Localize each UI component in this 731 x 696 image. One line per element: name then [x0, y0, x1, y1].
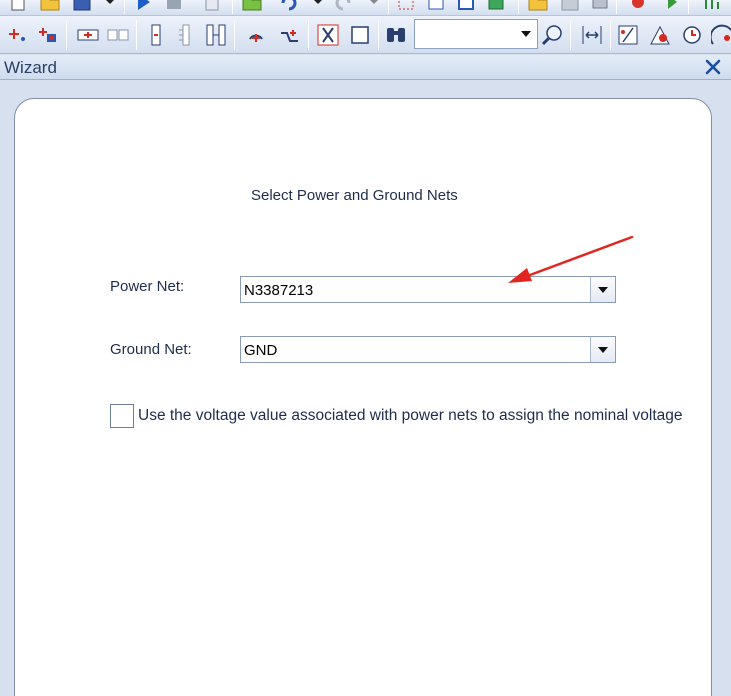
power-net-dropdown-button[interactable] [590, 277, 615, 302]
play-icon[interactable] [660, 0, 684, 14]
close-icon[interactable] [703, 57, 723, 77]
signal-icon[interactable] [700, 0, 724, 14]
save-all-icon[interactable] [558, 0, 582, 14]
ground-net-dropdown-button[interactable] [590, 337, 615, 362]
ground-net-value: GND [244, 342, 278, 359]
new-file-icon[interactable] [6, 0, 30, 14]
wizard-heading: Select Power and Ground Nets [251, 187, 458, 204]
save-icon[interactable] [70, 0, 94, 14]
chevron-down-icon [598, 286, 608, 293]
toolbar-main [0, 16, 731, 54]
net-tool-icon[interactable] [616, 23, 640, 47]
split-columns-icon[interactable] [204, 23, 228, 47]
chevron-down-icon[interactable] [98, 0, 122, 14]
wizard-panel-header: Wizard [0, 55, 731, 80]
power-net-value: N3387213 [244, 282, 314, 299]
nominal-voltage-checkbox-label[interactable]: Use the voltage value associated with po… [138, 407, 683, 425]
ground-net-label: Ground Net: [110, 341, 192, 358]
route-tool-icon[interactable] [710, 23, 731, 47]
power-net-label: Power Net: [110, 278, 185, 295]
component-x-icon[interactable] [316, 23, 340, 47]
ground-net-select[interactable]: GND [240, 336, 616, 363]
copy-icon[interactable] [200, 0, 224, 14]
record-icon[interactable] [626, 0, 650, 14]
binoculars-icon[interactable] [384, 23, 408, 47]
image-icon[interactable] [484, 0, 508, 14]
folder-open-icon[interactable] [240, 0, 264, 14]
add-node-icon[interactable] [6, 23, 30, 47]
chevron-down-icon [598, 346, 608, 353]
probe-icon[interactable] [244, 23, 268, 47]
toolbar-search-combo[interactable] [414, 19, 538, 49]
chevron-down-icon[interactable] [306, 0, 330, 14]
zoom-fit-icon[interactable] [580, 23, 604, 47]
square-icon[interactable] [348, 23, 372, 47]
panel-title: Wizard [4, 58, 57, 77]
zoom-icon[interactable] [540, 23, 564, 47]
open-folder-icon[interactable] [38, 0, 62, 14]
align-vertical-icon[interactable] [174, 23, 198, 47]
waveform-icon[interactable] [278, 23, 302, 47]
power-net-select[interactable]: N3387213 [240, 276, 616, 303]
add-grid-icon[interactable] [36, 23, 60, 47]
part-outline-icon[interactable] [106, 23, 130, 47]
window-icon[interactable] [454, 0, 478, 14]
nominal-voltage-checkbox[interactable] [110, 404, 134, 428]
plane-tool-icon[interactable] [648, 23, 672, 47]
toolbar-top [0, 0, 731, 16]
stop-icon[interactable] [162, 0, 186, 14]
chevron-down-icon[interactable] [515, 20, 537, 48]
undo-icon[interactable] [276, 0, 300, 14]
clock-tool-icon[interactable] [680, 23, 704, 47]
toolbar-search-input[interactable] [415, 20, 515, 48]
edit-window-icon[interactable] [424, 0, 448, 14]
insert-part-icon[interactable] [76, 23, 100, 47]
chevron-down-icon[interactable] [362, 0, 386, 14]
run-icon[interactable] [132, 0, 156, 14]
select-box-icon[interactable] [394, 0, 418, 14]
print-icon[interactable] [588, 0, 612, 14]
vertical-bar-icon[interactable] [144, 23, 168, 47]
open-project-icon[interactable] [526, 0, 550, 14]
redo-icon[interactable] [332, 0, 356, 14]
